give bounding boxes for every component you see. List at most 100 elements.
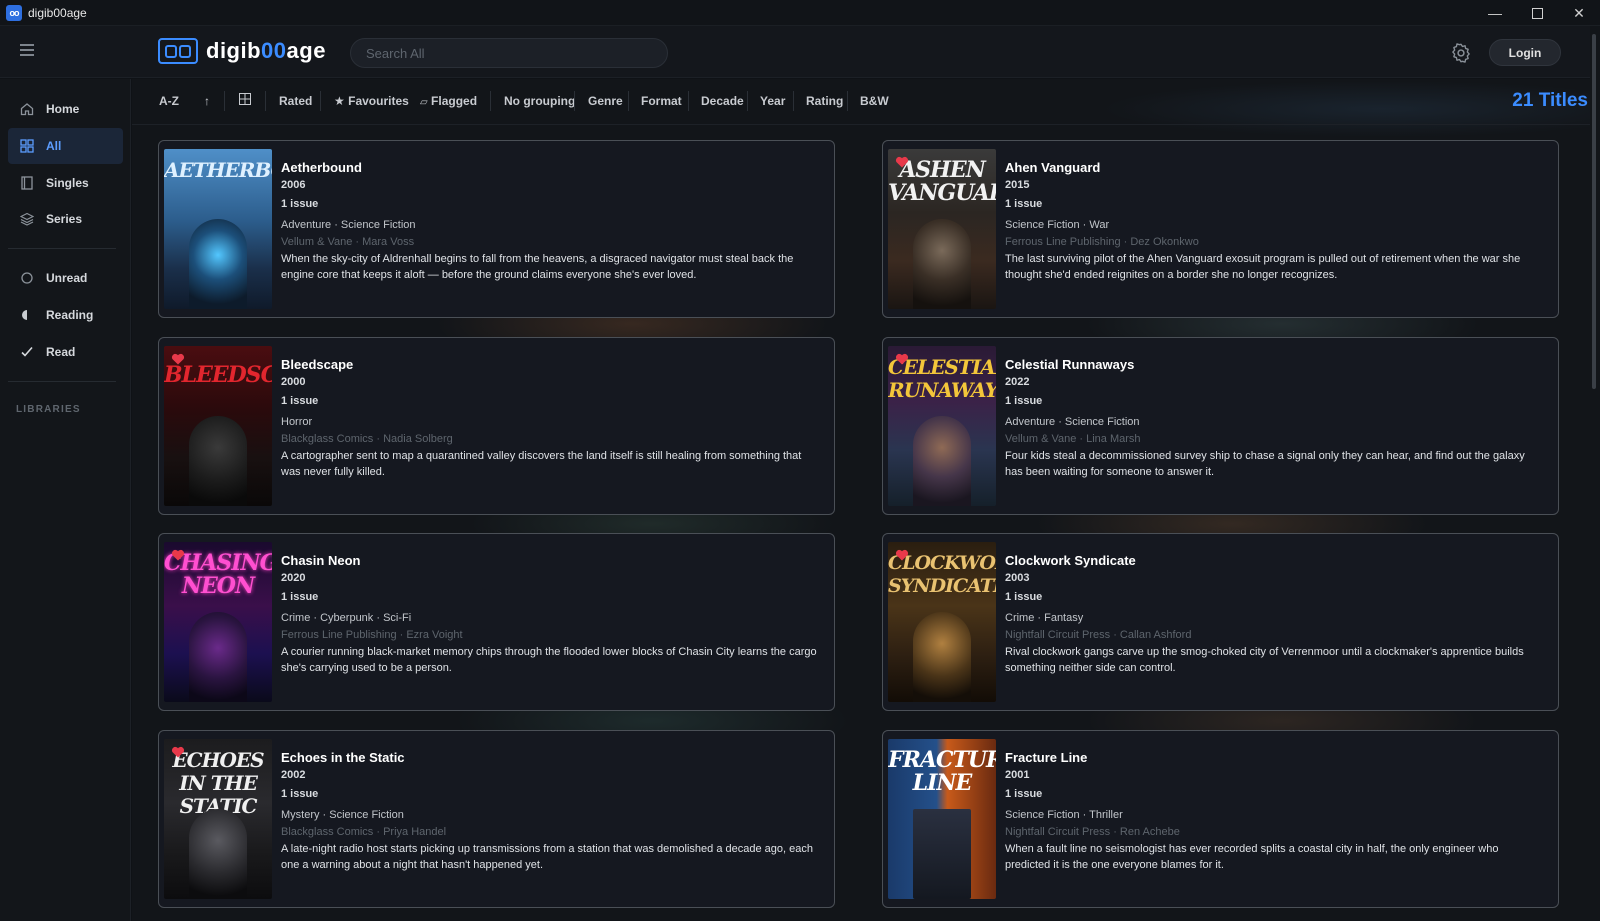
sidebar-item-singles[interactable]: Singles xyxy=(8,165,123,201)
group-genre-button[interactable]: Genre xyxy=(588,94,623,108)
half-circle-icon xyxy=(20,308,34,322)
title-issue-count: 1 issue xyxy=(281,198,319,210)
title-name: Fracture Line xyxy=(1005,750,1088,765)
title-card[interactable]: BLEEDSCAPE Bleedscape 2000 1 issue Horro… xyxy=(158,337,835,515)
title-publisher: Blackglass Comics · Nadia Solberg xyxy=(281,433,453,445)
logo[interactable]: digib00age xyxy=(158,38,326,64)
title-year: 2006 xyxy=(281,179,306,191)
cover-image: FRACTURE LINE xyxy=(888,739,996,899)
flag-icon: ▱ xyxy=(420,97,428,108)
grid-icon xyxy=(20,139,34,153)
favourite-heart-icon[interactable] xyxy=(895,155,909,169)
favourite-heart-icon[interactable] xyxy=(895,352,909,366)
title-year: 2003 xyxy=(1005,572,1030,584)
toolbar-separator xyxy=(793,91,794,111)
favourite-heart-icon[interactable] xyxy=(171,548,185,562)
title-name: Echoes in the Static xyxy=(281,750,405,765)
title-genres: Crime · Fantasy xyxy=(1005,612,1084,624)
toolbar-separator xyxy=(320,91,321,111)
sidebar-item-label: Read xyxy=(46,345,76,359)
sidebar-item-unread[interactable]: Unread xyxy=(8,260,123,296)
title-count: 21 Titles xyxy=(1512,90,1588,111)
sidebar-item-label: Home xyxy=(46,102,80,116)
title-publisher: Blackglass Comics · Priya Handel xyxy=(281,826,447,838)
search-input[interactable] xyxy=(350,38,668,68)
favourite-heart-icon[interactable] xyxy=(895,548,909,562)
grouping-none-button[interactable]: No grouping xyxy=(504,94,575,108)
title-genres: Science Fiction · War xyxy=(1005,219,1110,231)
title-issue-count: 1 issue xyxy=(281,788,319,800)
sort-direction-button[interactable]: ↑ xyxy=(204,94,210,108)
title-card[interactable]: CELESTIAL RUNAWAYS Celestial Runnaways 2… xyxy=(882,337,1559,515)
title-genres: Adventure · Science Fiction xyxy=(1005,416,1140,428)
title-card[interactable]: CHASING NEON Chasin Neon 2020 1 issue Cr… xyxy=(158,533,835,711)
library-main: A-Z ↑ Rated ★ Favourites ▱ Flagged No gr… xyxy=(132,79,1590,921)
title-year: 2002 xyxy=(281,769,306,781)
toolbar-separator xyxy=(747,91,748,111)
title-publisher: Ferrous Line Publishing · Dez Okonkwo xyxy=(1005,236,1199,248)
sidebar-item-label: Singles xyxy=(46,176,89,190)
vertical-scrollbar[interactable] xyxy=(1590,26,1600,921)
title-year: 2015 xyxy=(1005,179,1030,191)
sidebar-item-home[interactable]: Home xyxy=(8,91,123,127)
title-publisher: Vellum & Vane · Mara Voss xyxy=(281,236,415,248)
filter-favourites-button[interactable]: ★ Favourites xyxy=(334,94,409,108)
title-card[interactable]: AETHERBOUND Aetherbound 2006 1 issue Adv… xyxy=(158,140,835,318)
title-description: When a fault line no seismologist has ev… xyxy=(1005,843,1499,871)
circle-icon xyxy=(20,271,34,285)
minimize-icon[interactable]: — xyxy=(1474,0,1516,26)
sidebar-divider xyxy=(8,248,116,249)
cover-image: ASHEN VANGUARD xyxy=(888,149,996,309)
menu-icon[interactable] xyxy=(20,44,34,56)
sidebar-item-all[interactable]: All xyxy=(8,128,123,164)
title-year: 2001 xyxy=(1005,769,1030,781)
filter-rated-button[interactable]: Rated xyxy=(279,94,312,108)
layers-icon xyxy=(20,212,34,226)
libraries-heading: LIBRARIES xyxy=(16,404,81,415)
sidebar-divider xyxy=(8,381,116,382)
filter-flagged-button[interactable]: ▱ Flagged xyxy=(420,94,477,108)
sidebar-item-label: Series xyxy=(46,212,83,226)
group-rating-button[interactable]: Rating xyxy=(806,94,843,108)
sidebar-item-reading[interactable]: Reading xyxy=(8,297,123,333)
title-card[interactable]: ECHOES IN THE STATIC Echoes in the Stati… xyxy=(158,730,835,908)
title-publisher: Ferrous Line Publishing · Ezra Voight xyxy=(281,629,463,641)
sidebar-item-read[interactable]: Read xyxy=(8,334,123,370)
filter-bw-button[interactable]: B&W xyxy=(860,94,889,108)
title-description: A cartographer sent to map a quarantined… xyxy=(281,450,802,478)
toolbar-separator xyxy=(265,91,266,111)
window-title: digib00age xyxy=(28,5,87,20)
app-icon: oo xyxy=(6,4,22,21)
check-icon xyxy=(20,345,34,359)
title-card[interactable]: CLOCKWORK SYNDICATE Clockwork Syndicate … xyxy=(882,533,1559,711)
star-icon: ★ xyxy=(334,94,345,108)
title-genres: Horror xyxy=(281,416,313,428)
favourite-heart-icon[interactable] xyxy=(171,352,185,366)
title-genres: Mystery · Science Fiction xyxy=(281,809,404,821)
view-grid-icon[interactable] xyxy=(239,93,251,108)
title-card[interactable]: ASHEN VANGUARD Ahen Vanguard 2015 1 issu… xyxy=(882,140,1559,318)
scrollbar-thumb[interactable] xyxy=(1592,34,1596,389)
title-issue-count: 1 issue xyxy=(1005,788,1043,800)
sidebar-item-series[interactable]: Series xyxy=(8,201,123,237)
title-issue-count: 1 issue xyxy=(1005,395,1043,407)
maximize-icon[interactable] xyxy=(1516,0,1558,26)
title-description: A courier running black-market memory ch… xyxy=(281,646,817,674)
login-button[interactable]: Login xyxy=(1489,39,1561,66)
title-publisher: Nightfall Circuit Press · Callan Ashford xyxy=(1005,629,1192,641)
favourite-heart-icon[interactable] xyxy=(171,745,185,759)
group-year-button[interactable]: Year xyxy=(760,94,785,108)
cover-image: CHASING NEON xyxy=(164,542,272,702)
title-description: Rival clockwork gangs carve up the smog-… xyxy=(1005,646,1524,674)
title-description: When the sky-city of Aldrenhall begins t… xyxy=(281,253,794,281)
close-icon[interactable]: ✕ xyxy=(1558,0,1600,26)
title-name: Ahen Vanguard xyxy=(1005,160,1101,175)
gear-icon[interactable] xyxy=(1450,42,1472,64)
title-card[interactable]: FRACTURE LINE Fracture Line 2001 1 issue… xyxy=(882,730,1559,908)
sort-az-button[interactable]: A-Z xyxy=(159,94,179,108)
toolbar-separator xyxy=(574,91,575,111)
group-decade-button[interactable]: Decade xyxy=(701,94,744,108)
group-format-button[interactable]: Format xyxy=(641,94,682,108)
toolbar-separator xyxy=(490,91,491,111)
title-name: Chasin Neon xyxy=(281,553,361,568)
